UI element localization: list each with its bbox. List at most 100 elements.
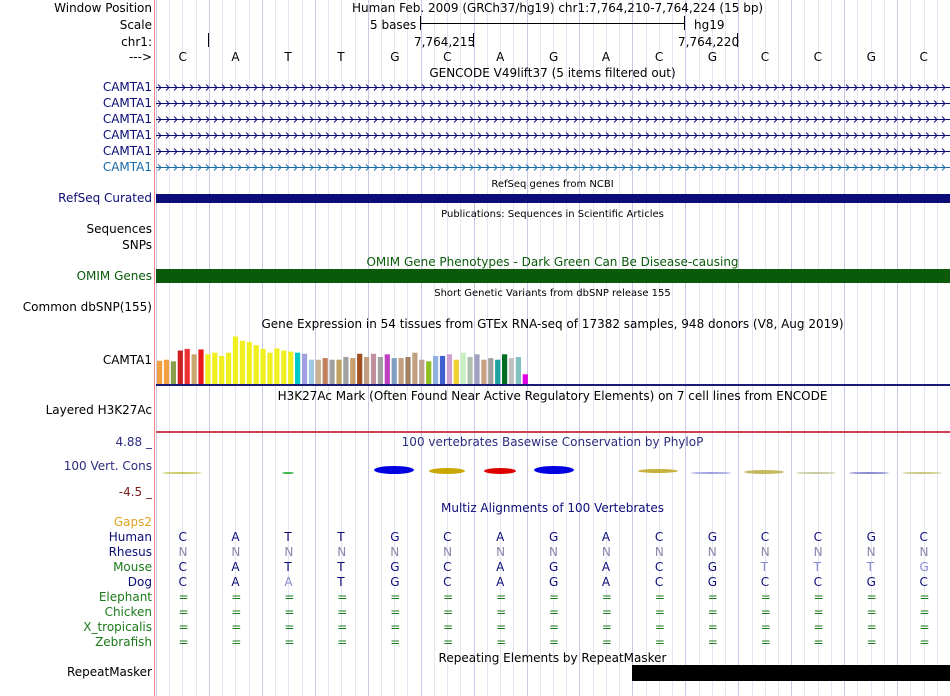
species-label[interactable]: Elephant bbox=[99, 590, 152, 604]
gtex-tissue-bar[interactable] bbox=[446, 354, 452, 384]
gtex-tissue-bar[interactable] bbox=[426, 361, 432, 384]
gtex-tissue-bar[interactable] bbox=[398, 358, 404, 384]
gtex-tissue-bar[interactable] bbox=[253, 345, 259, 384]
gtex-tissue-bar[interactable] bbox=[350, 358, 356, 384]
species-label[interactable]: Human bbox=[109, 530, 152, 544]
gtex-tissue-bar[interactable] bbox=[212, 352, 218, 384]
gtex-tissue-bar[interactable] bbox=[364, 357, 370, 384]
gtex-tissue-bar[interactable] bbox=[370, 353, 377, 384]
dbsnp-title[interactable]: Short Genetic Variants from dbSNP releas… bbox=[155, 287, 950, 301]
gencode-transcript[interactable] bbox=[156, 132, 950, 139]
gtex-tissue-bar[interactable] bbox=[219, 355, 225, 384]
gtex-tissue-bar[interactable] bbox=[357, 353, 363, 384]
gtex-tissue-bar[interactable] bbox=[170, 361, 176, 384]
multiz-title[interactable]: Multiz Alignments of 100 Vertebrates bbox=[155, 501, 950, 515]
gtex-tissue-bar[interactable] bbox=[315, 359, 321, 384]
repeat-element-bar[interactable] bbox=[632, 665, 950, 681]
gencode-item-label[interactable]: CAMTA1 bbox=[103, 128, 152, 142]
gtex-tissue-bar[interactable] bbox=[163, 359, 170, 384]
gtex-tissue-bar[interactable] bbox=[267, 352, 273, 384]
gtex-tissue-bar[interactable] bbox=[198, 349, 204, 384]
dbsnp-label[interactable]: Common dbSNP(155) bbox=[23, 300, 152, 314]
publications-title[interactable]: Publications: Sequences in Scientific Ar… bbox=[155, 208, 950, 222]
gtex-tissue-bar[interactable] bbox=[377, 357, 383, 384]
gtex-label[interactable]: CAMTA1 bbox=[103, 353, 152, 367]
gtex-tissue-bar[interactable] bbox=[205, 354, 211, 384]
gtex-tissue-bar[interactable] bbox=[246, 341, 252, 384]
gtex-tissue-bar[interactable] bbox=[522, 374, 528, 384]
gtex-tissue-bar[interactable] bbox=[488, 358, 494, 384]
phylop-label[interactable]: 100 Vert. Cons bbox=[64, 459, 152, 473]
gtex-tissue-bar[interactable] bbox=[301, 353, 308, 384]
gtex-bar-graph[interactable] bbox=[156, 330, 950, 386]
gencode-transcript[interactable] bbox=[156, 100, 950, 107]
gtex-tissue-bar[interactable] bbox=[232, 336, 239, 384]
repeatmasker-title[interactable]: Repeating Elements by RepeatMasker bbox=[155, 651, 950, 665]
gtex-tissue-bar[interactable] bbox=[329, 359, 335, 384]
gtex-tissue-bar[interactable] bbox=[239, 340, 245, 384]
gtex-tissue-bar[interactable] bbox=[515, 357, 521, 384]
species-label[interactable]: Mouse bbox=[113, 560, 152, 574]
gtex-tissue-bar[interactable] bbox=[433, 355, 439, 384]
omim-gene-bar[interactable] bbox=[156, 269, 950, 283]
gencode-item-label[interactable]: CAMTA1 bbox=[103, 144, 152, 158]
gtex-tissue-bar[interactable] bbox=[343, 357, 349, 384]
gtex-tissue-bar[interactable] bbox=[336, 359, 342, 384]
gtex-tissue-bar[interactable] bbox=[184, 348, 190, 384]
phylop-title[interactable]: 100 vertebrates Basewise Conservation by… bbox=[155, 435, 950, 449]
refseq-label[interactable]: RefSeq Curated bbox=[58, 191, 152, 205]
omim-title[interactable]: OMIM Gene Phenotypes - Dark Green Can Be… bbox=[155, 255, 950, 269]
refseq-gene-bar[interactable] bbox=[156, 194, 950, 203]
gtex-title[interactable]: Gene Expression in 54 tissues from GTEx … bbox=[155, 317, 950, 331]
gtex-tissue-bar[interactable] bbox=[502, 354, 508, 384]
species-label[interactable]: Zebrafish bbox=[95, 635, 152, 649]
multiz-gaps-label[interactable]: Gaps2 bbox=[114, 515, 152, 529]
gtex-tissue-bar[interactable] bbox=[177, 350, 183, 384]
species-label[interactable]: Chicken bbox=[105, 605, 152, 619]
gtex-tissue-bar[interactable] bbox=[260, 348, 266, 384]
h3k27ac-label[interactable]: Layered H3K27Ac bbox=[46, 403, 152, 417]
gencode-item-label[interactable]: CAMTA1 bbox=[103, 96, 152, 110]
gencode-transcript[interactable] bbox=[156, 116, 950, 123]
gtex-tissue-bar[interactable] bbox=[453, 359, 459, 384]
gencode-item-label[interactable]: CAMTA1 bbox=[103, 112, 152, 126]
gencode-transcript[interactable] bbox=[156, 84, 950, 91]
gtex-tissue-bar[interactable] bbox=[157, 360, 163, 384]
gtex-tissue-bar[interactable] bbox=[281, 350, 287, 384]
species-label[interactable]: Dog bbox=[128, 575, 152, 589]
species-label[interactable]: X_tropicalis bbox=[83, 620, 152, 634]
species-label[interactable]: Rhesus bbox=[109, 545, 152, 559]
gencode-item-label[interactable]: CAMTA1 bbox=[103, 80, 152, 94]
gtex-tissue-bar[interactable] bbox=[481, 359, 487, 384]
gtex-tissue-bar[interactable] bbox=[405, 357, 411, 384]
gtex-tissue-bar[interactable] bbox=[322, 358, 328, 384]
gtex-tissue-bar[interactable] bbox=[295, 352, 301, 384]
gencode-transcript[interactable] bbox=[156, 164, 950, 171]
gtex-tissue-bar[interactable] bbox=[474, 354, 480, 384]
gtex-tissue-bar[interactable] bbox=[419, 359, 425, 384]
refseq-title[interactable]: RefSeq genes from NCBI bbox=[155, 178, 950, 192]
repeatmasker-label[interactable]: RepeatMasker bbox=[67, 665, 152, 679]
gencode-transcript[interactable] bbox=[156, 148, 950, 155]
publications-label-snps[interactable]: SNPs bbox=[122, 238, 152, 252]
gtex-tissue-bar[interactable] bbox=[495, 359, 501, 384]
gtex-tissue-bar[interactable] bbox=[191, 354, 197, 384]
gtex-tissue-bar[interactable] bbox=[288, 351, 294, 384]
gtex-tissue-bar[interactable] bbox=[274, 348, 280, 384]
gtex-tissue-bar[interactable] bbox=[384, 354, 390, 384]
h3k27ac-title[interactable]: H3K27Ac Mark (Often Found Near Active Re… bbox=[155, 389, 950, 403]
gencode-title[interactable]: GENCODE V49lift37 (5 items filtered out) bbox=[155, 66, 950, 80]
gtex-tissue-bar[interactable] bbox=[439, 355, 446, 384]
gtex-tissue-bar[interactable] bbox=[308, 359, 314, 384]
gtex-tissue-bar[interactable] bbox=[412, 352, 418, 384]
gtex-tissue-bar[interactable] bbox=[391, 358, 397, 384]
gtex-tissue-bar[interactable] bbox=[467, 357, 473, 384]
publications-label-sequences[interactable]: Sequences bbox=[87, 222, 152, 236]
gtex-tissue-bar[interactable] bbox=[508, 358, 515, 384]
gtex-tissue-bar[interactable] bbox=[226, 352, 232, 384]
phylop-logo[interactable] bbox=[156, 460, 950, 480]
gencode-item-label[interactable]: CAMTA1 bbox=[103, 160, 152, 174]
omim-label[interactable]: OMIM Genes bbox=[77, 269, 152, 283]
gencode-tracks[interactable] bbox=[156, 80, 950, 176]
gtex-tissue-bar[interactable] bbox=[460, 352, 466, 384]
